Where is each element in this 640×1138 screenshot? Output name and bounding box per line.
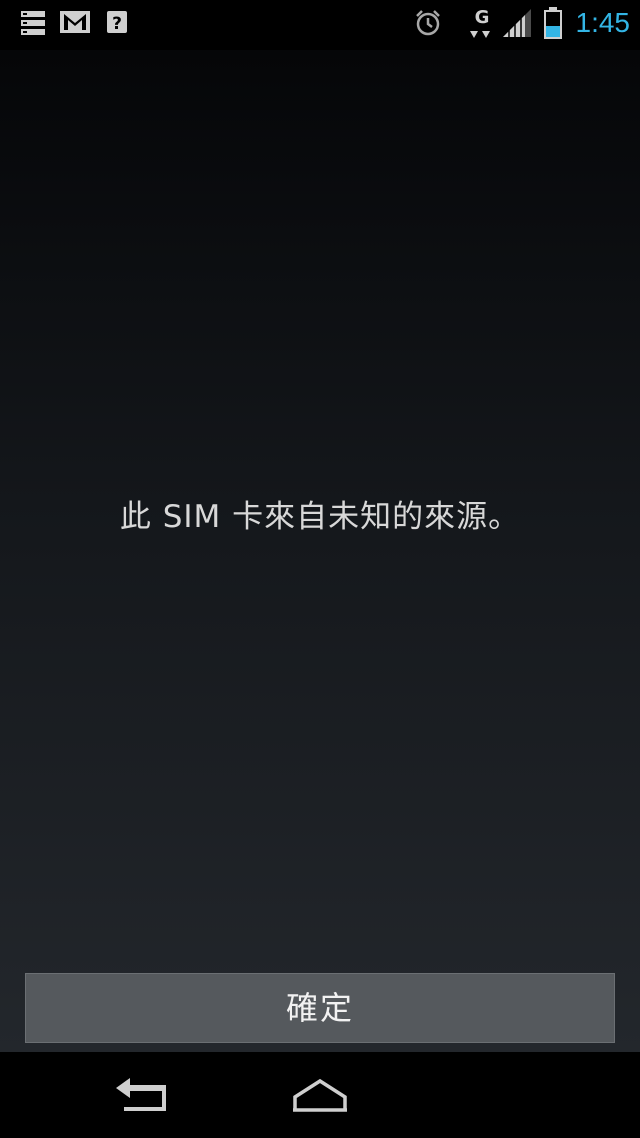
navigation-bar: [0, 1052, 640, 1138]
dialog-content: 此 SIM 卡來自未知的來源。 確定: [0, 50, 640, 1052]
svg-text:?: ?: [112, 14, 122, 33]
home-icon[interactable]: [280, 1070, 360, 1120]
svg-text:G: G: [475, 7, 490, 28]
battery-icon: [544, 7, 562, 43]
status-bar: ? G 1:45: [0, 0, 640, 50]
gmail-icon: [60, 11, 90, 37]
data-activity-icon: G: [469, 6, 495, 42]
back-icon[interactable]: [106, 1070, 186, 1120]
screen: ? G 1:45 此 SIM 卡來自未知的來源。 確定: [0, 0, 640, 1138]
status-clock: 1:45: [575, 7, 631, 38]
alarm-icon: [413, 8, 443, 42]
sim-message: 此 SIM 卡來自未知的來源。: [119, 499, 521, 535]
ok-button[interactable]: 確定: [25, 973, 615, 1043]
unknown-notification-icon: ?: [107, 11, 127, 37]
storage-icon: [20, 10, 46, 40]
signal-icon: [502, 8, 532, 42]
